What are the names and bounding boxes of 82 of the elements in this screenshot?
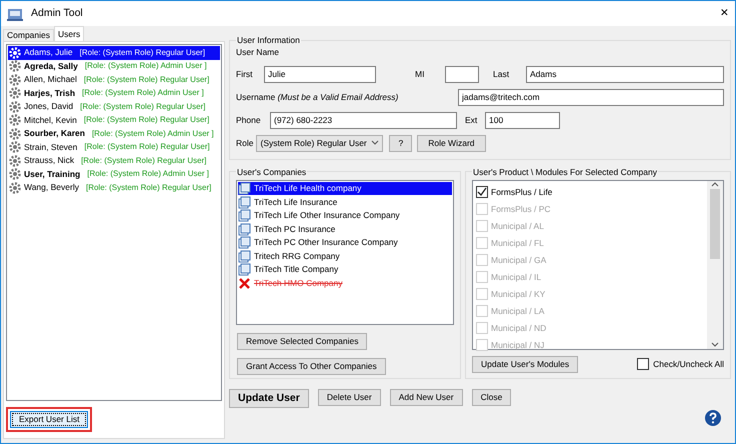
- gear-icon: [9, 154, 21, 167]
- checkbox-label: Municipal / LA: [491, 304, 544, 318]
- checkbox-label: FormsPlus / Life: [491, 186, 552, 199]
- user-list-item[interactable]: User, Training [Role: (System Role) Admin User ]: [8, 168, 220, 181]
- scrollbar[interactable]: [707, 180, 723, 349]
- company-list-item[interactable]: TriTech Life Other Insurance Company: [238, 208, 452, 222]
- checkbox-label: Check/Uncheck All: [653, 358, 724, 371]
- gear-icon: [9, 46, 21, 59]
- action-button[interactable]: Add New User: [390, 388, 463, 406]
- scroll-down-icon: [711, 340, 719, 349]
- gear-icon: [9, 100, 21, 113]
- input-field[interactable]: 100: [485, 112, 560, 129]
- checkbox-label: Municipal / FL: [491, 236, 544, 250]
- field-label: Last: [493, 68, 510, 81]
- group-title: User's Product \ Modules For Selected Company: [472, 166, 658, 178]
- gear-icon: [9, 182, 21, 194]
- role-wizard-button[interactable]: Role Wizard: [417, 134, 486, 152]
- field-label: MI: [415, 68, 426, 81]
- tab[interactable]: Users: [54, 26, 84, 41]
- action-button[interactable]: Update User: [229, 388, 309, 408]
- update-modules-button[interactable]: Update User's Modules: [472, 356, 578, 373]
- company-list-item[interactable]: TriTech PC Other Insurance Company: [238, 236, 452, 250]
- chevron-down-icon: [371, 140, 380, 146]
- gear-icon: [9, 114, 21, 126]
- user-list-item[interactable]: Strain, Steven [Role: (System Role) Regular User]: [8, 140, 220, 154]
- checkbox-label: Municipal / IL: [491, 270, 542, 284]
- role-dropdown[interactable]: (System Role) Regular User: [256, 134, 384, 152]
- checkbox[interactable]: [637, 358, 650, 370]
- window-title: Admin Tool: [31, 6, 84, 21]
- input-field[interactable]: (972) 680-2223: [270, 112, 457, 129]
- user-list-item[interactable]: Sourber, Karen [Role: (System Role) Admin User ]: [8, 127, 220, 140]
- gear-icon: [9, 74, 21, 86]
- export-button[interactable]: Export User List: [10, 411, 88, 428]
- checkbox-label: Municipal / NJ: [491, 338, 544, 352]
- user-list-item[interactable]: Mitchel, Kevin [Role: (System Role) Regular User]: [8, 114, 220, 127]
- field-label: Ext: [465, 114, 478, 127]
- company-list-item[interactable]: Tritech RRG Company: [238, 249, 452, 263]
- user-list-item[interactable]: Adams, Julie [Role: (System Role) Regular User]: [8, 46, 220, 60]
- checkbox-label: Municipal / GA: [491, 254, 546, 267]
- user-list-item[interactable]: Allen, Michael [Role: (System Role) Regular User]: [8, 73, 220, 86]
- action-button[interactable]: Close: [472, 388, 512, 406]
- gear-icon: [9, 128, 21, 140]
- field-label: Role: [236, 136, 254, 150]
- input-field[interactable]: Julie: [264, 66, 376, 83]
- x-mark-icon: [238, 276, 251, 290]
- user-list-item[interactable]: Wang, Beverly [Role: (System Role) Regular User]: [8, 181, 220, 194]
- user-list-item[interactable]: Agreda, Sally [Role: (System Role) Admin User ]: [8, 60, 220, 73]
- group-title: User Information: [236, 34, 301, 46]
- company-list-item[interactable]: TriTech Title Company: [238, 262, 452, 276]
- action-button[interactable]: Delete User: [318, 388, 381, 406]
- company-action-button[interactable]: Remove Selected Companies: [237, 332, 368, 350]
- gear-icon: [9, 141, 21, 154]
- gear-icon: [9, 87, 21, 100]
- user-list-item[interactable]: Jones, David [Role: (System Role) Regular User]: [8, 100, 220, 114]
- company-action-button[interactable]: Grant Access To Other Companies: [237, 358, 386, 375]
- input-field[interactable]: Adams: [526, 66, 724, 83]
- help-icon: [705, 410, 721, 426]
- checkmark-icon: [477, 187, 487, 198]
- checkbox-label: Municipal / ND: [491, 322, 546, 335]
- input-field[interactable]: jadams@tritech.com: [458, 88, 724, 106]
- gear-icon: [9, 168, 21, 180]
- checkbox-label: FormsPlus / PC: [491, 202, 551, 216]
- group-title: User's Companies: [236, 166, 308, 178]
- help-button[interactable]: ?: [389, 134, 412, 152]
- company-list-item[interactable]: TriTech Life Health company: [238, 182, 452, 196]
- scroll-up-icon: [711, 180, 719, 189]
- company-list-item[interactable]: TriTech PC Insurance: [238, 222, 452, 236]
- user-list-item[interactable]: Harjes, Trish [Role: (System Role) Admin User ]: [8, 86, 220, 100]
- tab[interactable]: Companies: [3, 29, 54, 41]
- close-button[interactable]: ✕: [720, 6, 729, 22]
- input-field[interactable]: [445, 66, 479, 83]
- label: User Name: [236, 46, 280, 59]
- gear-icon: [9, 60, 21, 72]
- company-list-item[interactable]: TriTech HMO Company: [238, 276, 452, 290]
- field-label: Username (Must be a Valid Email Address): [236, 90, 400, 104]
- checkbox-label: Municipal / KY: [491, 288, 546, 301]
- field-label: First: [236, 68, 254, 81]
- field-label: Phone: [236, 114, 262, 127]
- checkbox[interactable]: [476, 186, 488, 198]
- company-list-item[interactable]: TriTech Life Insurance: [238, 195, 452, 209]
- checkbox-label: Municipal / AL: [491, 220, 544, 233]
- user-list-item[interactable]: Strauss, Nick [Role: (System Role) Regular User]: [8, 154, 220, 168]
